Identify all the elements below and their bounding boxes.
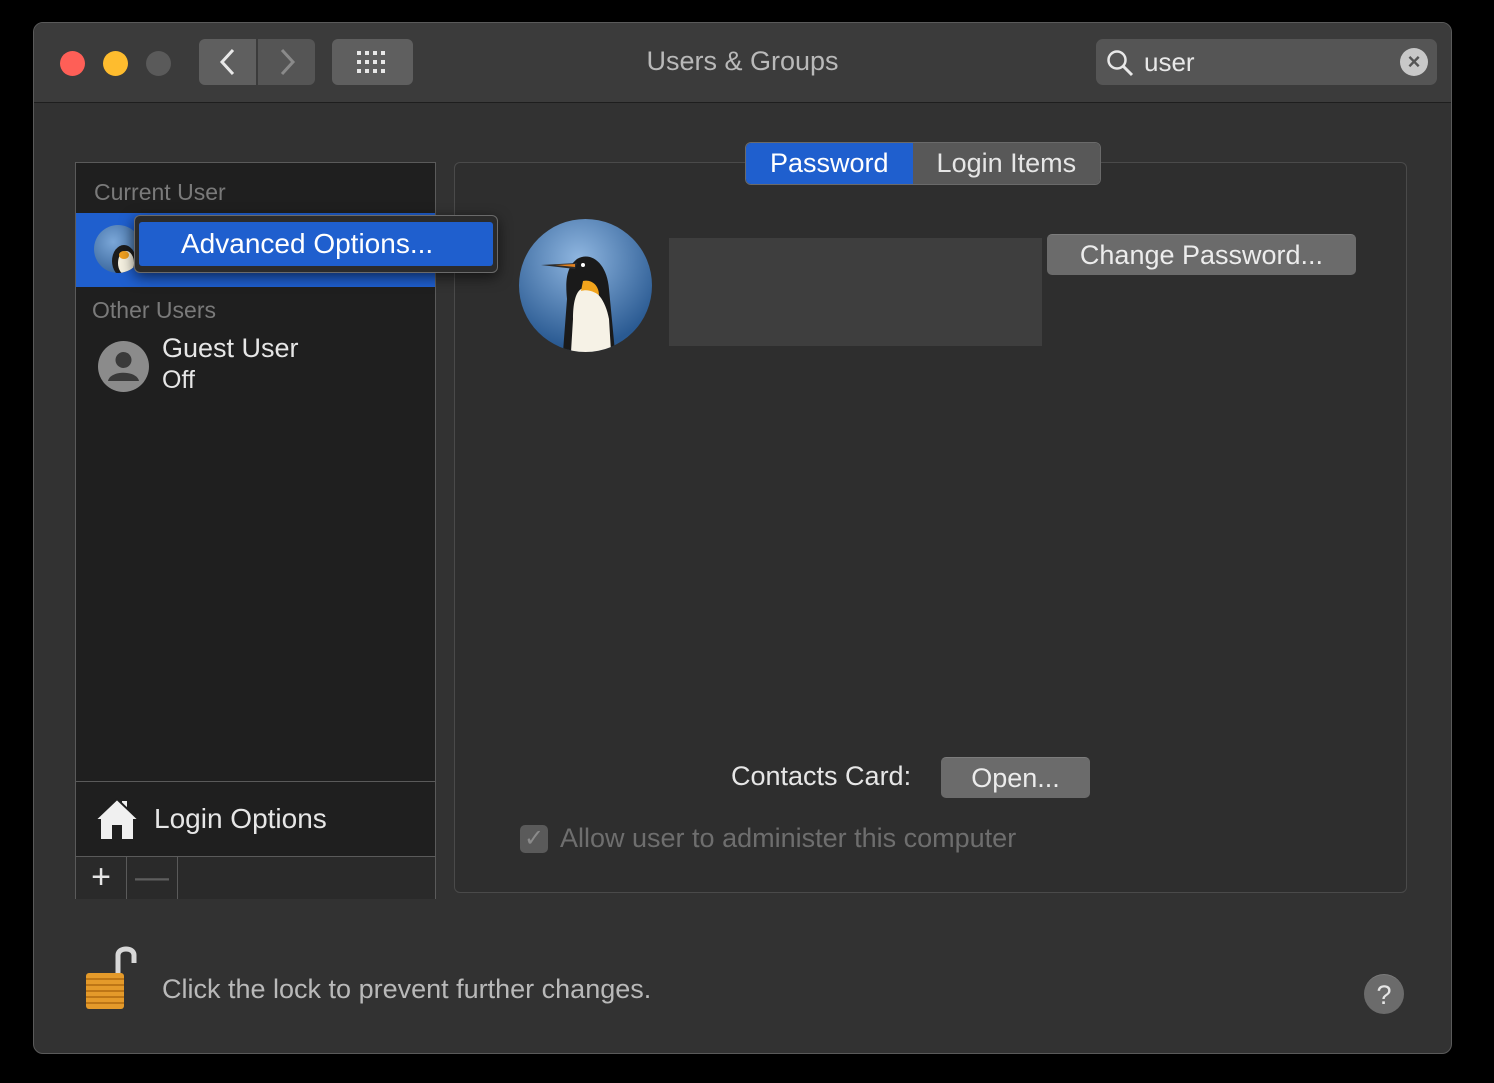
help-button[interactable]: ? — [1364, 974, 1404, 1014]
context-menu: Advanced Options... — [134, 215, 498, 273]
person-icon — [98, 341, 149, 392]
change-password-button[interactable]: Change Password... — [1047, 234, 1356, 275]
search-icon — [1106, 49, 1134, 77]
remove-user-button[interactable]: — — [127, 857, 178, 899]
current-user-heading: Current User — [94, 179, 226, 206]
login-options-label: Login Options — [154, 803, 327, 835]
user-name-field[interactable] — [669, 238, 1042, 346]
search-input[interactable] — [1144, 45, 1384, 79]
penguin-icon — [519, 219, 652, 352]
advanced-options-menu-item[interactable]: Advanced Options... — [139, 222, 493, 266]
contacts-card-label: Contacts Card: — [731, 761, 911, 792]
unlocked-padlock-icon — [84, 945, 140, 1011]
tab-password[interactable]: Password — [746, 143, 913, 184]
other-users-heading: Other Users — [92, 297, 216, 324]
guest-avatar[interactable] — [98, 341, 149, 392]
search-field[interactable]: × — [1096, 39, 1437, 85]
tab-login-items[interactable]: Login Items — [913, 143, 1101, 184]
open-contacts-button[interactable]: Open... — [941, 757, 1090, 798]
admin-checkbox-row: ✓ Allow user to administer this computer — [520, 823, 1016, 854]
house-icon — [94, 797, 140, 841]
login-options-row[interactable]: Login Options — [76, 781, 435, 856]
lock-icon[interactable] — [84, 945, 140, 1016]
add-remove-bar: + — — [76, 856, 435, 899]
lock-status-text: Click the lock to prevent further change… — [162, 974, 651, 1005]
admin-checkbox[interactable]: ✓ — [520, 825, 548, 853]
tab-bar: Password Login Items — [745, 142, 1101, 185]
title-bar: Users & Groups × — [34, 23, 1451, 103]
clear-search-icon[interactable]: × — [1400, 48, 1428, 76]
user-picture[interactable] — [519, 219, 652, 352]
admin-checkbox-label: Allow user to administer this computer — [560, 823, 1016, 854]
preferences-window: Users & Groups × Current User Other User… — [33, 22, 1452, 1054]
add-user-button[interactable]: + — [76, 857, 127, 899]
guest-user-status: Off — [162, 366, 195, 395]
guest-user-name[interactable]: Guest User — [162, 333, 299, 364]
